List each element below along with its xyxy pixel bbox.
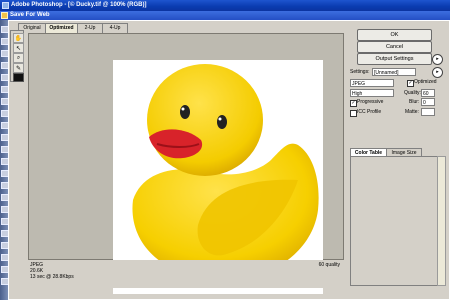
- output-settings-button[interactable]: Output Settings: [357, 53, 432, 65]
- dialog-icon: [1, 12, 8, 19]
- quality-level-select[interactable]: High: [350, 89, 394, 97]
- rubber-duck-image: [132, 64, 319, 281]
- progressive-checkbox[interactable]: ✓: [350, 100, 357, 107]
- eyedropper-color-swatch[interactable]: [13, 73, 24, 82]
- view-tabs: Original Optimized 2-Up 4-Up: [18, 23, 148, 33]
- blur-input[interactable]: 0: [421, 98, 435, 106]
- settings-label: Settings:: [350, 69, 370, 75]
- image-canvas: [113, 60, 323, 294]
- zoom-tool-icon[interactable]: ⌕: [13, 53, 24, 63]
- progressive-label: Progressive: [357, 99, 384, 105]
- color-table-panel: [350, 156, 439, 286]
- photoshop-icon: [2, 2, 9, 9]
- quality-label: Quality:: [404, 90, 421, 96]
- tab-2up[interactable]: 2-Up: [77, 23, 103, 33]
- preview-area[interactable]: [28, 33, 344, 294]
- ok-button[interactable]: OK: [357, 29, 432, 41]
- status-download-time: 13 sec @ 28.8Kbps: [30, 274, 74, 280]
- tab-optimized[interactable]: Optimized: [45, 23, 78, 33]
- output-settings-arrow-icon[interactable]: ▸: [432, 54, 443, 65]
- preset-menu-arrow-icon[interactable]: ▸: [432, 67, 443, 78]
- preset-select[interactable]: [Unnamed]: [372, 68, 416, 76]
- color-table-scrollbar[interactable]: [437, 156, 446, 286]
- eyedropper-tool-icon[interactable]: ✎: [13, 63, 24, 73]
- settings-panel: OK Cancel Output Settings ▸ Settings: [U…: [350, 20, 450, 300]
- optimized-checkbox[interactable]: ✓: [407, 80, 414, 87]
- matte-label: Matte:: [405, 109, 419, 115]
- icc-profile-label: ICC Profile: [357, 109, 382, 115]
- format-select[interactable]: JPEG: [350, 79, 394, 87]
- tab-4up[interactable]: 4-Up: [102, 23, 128, 33]
- matte-select[interactable]: [421, 108, 435, 116]
- app-title: Adobe Photoshop - [© Ducky.tif @ 100% (R…: [11, 2, 147, 8]
- hand-tool-icon[interactable]: ✋: [13, 33, 24, 43]
- dialog-title-bar: Save For Web: [0, 11, 450, 20]
- app-title-bar: Adobe Photoshop - [© Ducky.tif @ 100% (R…: [0, 0, 450, 11]
- background-toolbar: [0, 20, 9, 300]
- optimized-label: Optimized: [414, 79, 437, 85]
- status-quality: 60 quality: [318, 262, 340, 268]
- quality-input[interactable]: 60: [421, 89, 435, 97]
- icc-profile-checkbox[interactable]: [350, 110, 357, 117]
- slice-select-tool-icon[interactable]: ↖: [13, 43, 24, 53]
- dialog-toolbox: ✋ ↖ ⌕ ✎: [10, 30, 24, 82]
- cancel-button[interactable]: Cancel: [357, 41, 432, 53]
- optimization-info: JPEG 20.6K 13 sec @ 28.8Kbps 60 quality: [28, 260, 344, 288]
- blur-label: Blur:: [409, 99, 420, 105]
- dialog-title: Save For Web: [10, 12, 50, 18]
